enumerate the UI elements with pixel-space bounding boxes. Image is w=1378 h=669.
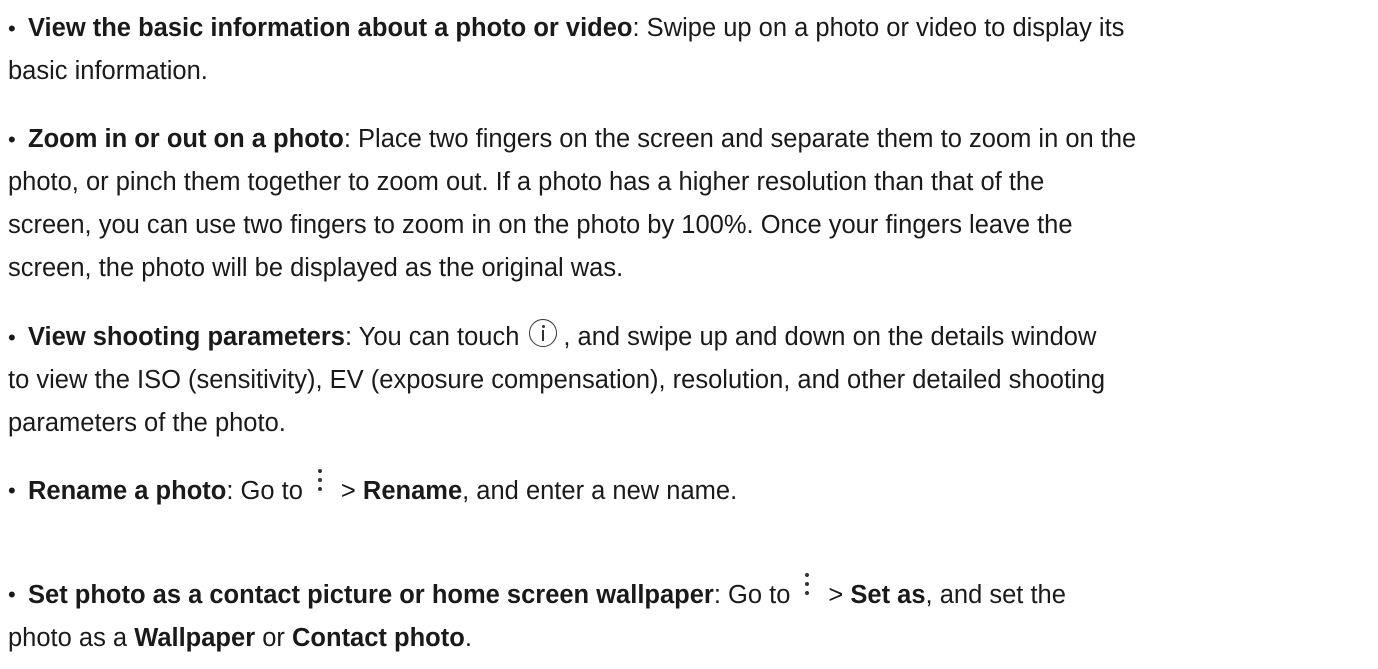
bullet: • — [8, 478, 16, 503]
item-text: . — [464, 624, 472, 652]
item-text: screen, you can use two fingers to zoom … — [8, 211, 1073, 239]
info-circle-icon[interactable] — [529, 319, 558, 347]
more-vertical-icon[interactable] — [317, 469, 323, 497]
item-text: : Go to — [226, 477, 303, 505]
item-text: screen, the photo will be displayed as t… — [8, 254, 624, 282]
list-item-rename: • Rename a photo: Go to > Rename, and ente… — [8, 469, 1368, 513]
item-title: View shooting parameters — [28, 323, 345, 351]
item-text: basic information. — [8, 57, 208, 85]
menu-item-rename: Rename — [362, 477, 463, 505]
option-wallpaper: Wallpaper — [134, 624, 256, 652]
item-title: Set photo as a contact picture or home s… — [28, 581, 714, 609]
option-contact-photo: Contact photo — [292, 624, 465, 652]
bullet: • — [8, 325, 16, 350]
list-item-basic-info: • View the basic information about a phot… — [8, 7, 1368, 93]
list-item-zoom: • Zoom in or out on a photo: Place two fi… — [8, 118, 1368, 290]
item-text: photo, or pinch them together to zoom ou… — [8, 168, 1045, 196]
item-text: , and swipe up and down on the details w… — [563, 323, 1097, 351]
bullet: • — [8, 127, 16, 152]
item-text: to view the ISO (sensitivity), EV (expos… — [8, 366, 1106, 394]
item-title: Rename a photo — [28, 477, 227, 505]
item-text: : Swipe up on a photo or video to displa… — [632, 14, 1125, 42]
bullet: • — [8, 582, 16, 607]
item-text: : You can touch — [344, 323, 520, 351]
item-text: , and set the — [925, 581, 1066, 609]
item-text: or — [262, 624, 285, 652]
more-vertical-icon[interactable] — [804, 573, 810, 601]
menu-separator: > — [340, 477, 356, 505]
item-text: : Go to — [713, 581, 791, 609]
item-text: parameters of the photo. — [8, 409, 286, 437]
item-title: View the basic information about a photo… — [28, 14, 633, 42]
document-page: • View the basic information about a phot… — [0, 0, 1378, 669]
item-title: Zoom in or out on a photo — [28, 125, 344, 153]
item-text: photo as a — [8, 624, 128, 652]
item-text: : Place two fingers on the screen and se… — [343, 125, 1137, 153]
list-item-set-as: • Set photo as a contact picture or home … — [8, 573, 1368, 660]
item-text: , and enter a new name. — [462, 477, 738, 505]
list-item-shooting-params: • View shooting parameters: You can touch… — [8, 316, 1368, 445]
menu-item-set-as: Set as — [850, 581, 926, 609]
bullet: • — [8, 16, 16, 41]
menu-separator: > — [828, 581, 844, 609]
